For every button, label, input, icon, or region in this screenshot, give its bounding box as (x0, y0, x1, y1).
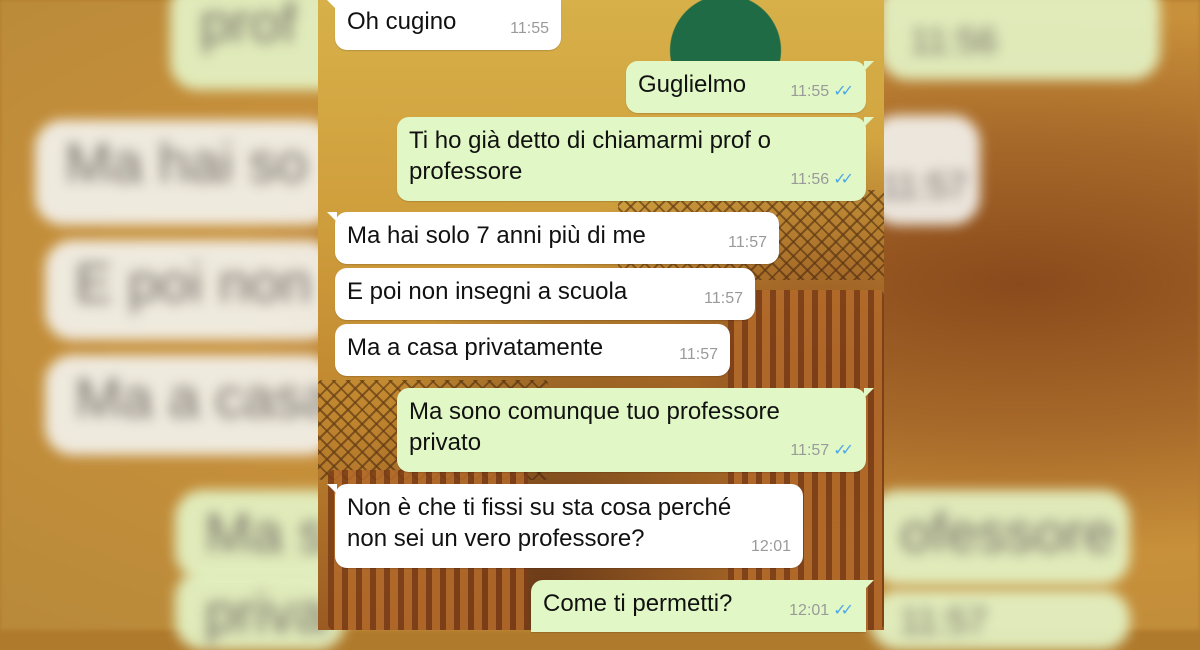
message-meta: 11:55 ✓✓ (790, 76, 854, 107)
message-meta: 11:57 (728, 227, 767, 258)
blurred-text: prof (200, 0, 297, 54)
blurred-bubble: ofessore (870, 490, 1130, 585)
message-time: 11:57 (790, 442, 830, 459)
blurred-bubble: 11:57 (870, 115, 980, 225)
message-incoming: Oh cugino 11:55 (327, 0, 561, 50)
message-outgoing: Ma sono comunque tuo professore privato … (397, 388, 874, 472)
message-time: 11:57 (704, 290, 743, 307)
read-ticks-icon: ✓✓ (833, 83, 854, 100)
blurred-text: 11:56 (910, 20, 998, 61)
message-time: 12:01 (789, 602, 830, 619)
message-time: 12:01 (750, 538, 791, 555)
blurred-bubble: 11:56 (880, 0, 1160, 80)
read-ticks-icon: ✓✓ (833, 602, 854, 619)
message-incoming: Ma hai solo 7 anni più di me 11:57 (327, 212, 779, 264)
message-text: Non è che ti fissi su sta cosa perché no… (347, 494, 732, 552)
blurred-text: 11:57 (880, 165, 968, 206)
message-meta: 11:57 (679, 339, 718, 370)
message-text: Ma hai solo 7 anni più di me (347, 222, 646, 249)
blurred-text: ofessore (900, 501, 1115, 564)
message-time: 11:55 (510, 20, 549, 37)
blurred-text: Ma s (205, 501, 327, 564)
message-outgoing: Ti ho già detto di chiamarmi prof o prof… (397, 117, 874, 201)
message-time: 11:56 (790, 171, 830, 188)
message-meta: 11:57 ✓✓ (790, 435, 854, 466)
blurred-text: Ma hai so (65, 131, 308, 194)
blurred-bubble: Ma hai so (35, 120, 335, 225)
blurred-bubble: 11:57 (870, 590, 1130, 650)
blurred-text: 11:57 (900, 600, 988, 641)
message-incoming: Non è che ti fissi su sta cosa perché no… (327, 484, 803, 568)
message-meta: 12:01 ✓✓ (789, 595, 854, 626)
message-text: Ma a casa privatamente (347, 334, 604, 361)
message-incoming: E poi non insegni a scuola 11:57 (335, 268, 755, 320)
message-time: 11:57 (679, 346, 718, 363)
read-ticks-icon: ✓✓ (833, 171, 854, 188)
message-meta: 11:57 (704, 283, 743, 314)
message-meta: 11:55 (510, 13, 549, 44)
blurred-bubble: E poi non (45, 240, 335, 340)
blurred-bubble: Ma a casa (45, 355, 335, 455)
message-text: E poi non insegni a scuola (347, 278, 628, 305)
message-incoming: Ma a casa privatamente 11:57 (335, 324, 730, 376)
message-outgoing: Come ti permetti? 12:01 ✓✓ (531, 580, 874, 632)
message-meta: 11:56 ✓✓ (790, 164, 854, 195)
blurred-text: priva (205, 581, 327, 644)
blurred-text: Ma a casa (75, 366, 334, 429)
message-time: 11:57 (728, 234, 767, 251)
message-text: Ti ho già detto di chiamarmi prof o prof… (409, 127, 771, 185)
message-outgoing: Guglielmo 11:55 ✓✓ (626, 61, 874, 113)
message-time: 11:55 (790, 83, 830, 100)
message-text: Ma sono comunque tuo professore privato (409, 398, 780, 456)
message-meta: 12:01 (751, 531, 791, 562)
blurred-text: E poi non (75, 251, 312, 314)
read-ticks-icon: ✓✓ (833, 442, 854, 459)
